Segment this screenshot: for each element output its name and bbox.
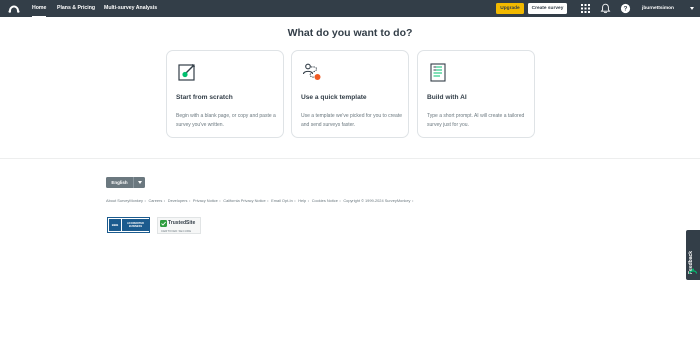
nav-plans-pricing[interactable]: Plans & Pricing [57,0,95,17]
footer-link-developers[interactable]: Developers [168,198,188,203]
card-description: Begin with a blank page, or copy and pas… [176,113,276,128]
chevron-down-icon[interactable] [690,7,694,10]
trustedsite-name: TrustedSite [168,219,196,226]
feedback-tab[interactable]: Feedback [686,230,700,280]
separator: • [267,198,269,203]
footer-link-about[interactable]: About SurveyMonkey [106,198,143,203]
footer-link-email-opt-in[interactable]: Email Opt-In [271,198,293,203]
separator: • [294,198,296,203]
nav-multi-survey-analysis[interactable]: Multi-survey Analysis [104,0,157,17]
svg-text:?: ? [624,6,628,13]
nav-home[interactable]: Home [32,0,47,17]
separator: • [307,198,310,203]
build-with-ai-card[interactable]: Build with AI Type a short prompt. AI wi… [417,50,535,138]
footer-link-privacy[interactable]: Privacy Notice [193,198,218,203]
card-description: Type a short prompt. AI will create a ta… [427,113,525,128]
template-icon [302,63,321,80]
page-heading: What do you want to do? [287,27,413,39]
trustedsite-badge[interactable]: TrustedSite CERTIFIED SECURE [157,217,201,234]
apps-grid-icon[interactable] [580,3,591,14]
upgrade-button[interactable]: Upgrade [496,3,524,14]
separator: • [163,198,166,203]
card-title: Start from scratch [176,94,233,101]
help-icon[interactable]: ? [620,3,631,14]
separator: • [144,198,146,203]
ai-document-icon [430,63,446,82]
trustedsite-subtitle: CERTIFIED SECURE [161,228,192,233]
separator: • [188,198,191,203]
feedback-logo-icon [689,268,697,274]
language-dropdown-button[interactable] [133,177,145,188]
copyright-text: Copyright © 1999-2024 SurveyMonkey [343,198,411,203]
separator: • [339,198,341,203]
language-label: English [106,177,133,188]
bbb-accredited-badge[interactable]: BBB ACCREDITED BUSINESS [107,217,150,233]
bbb-logo: BBB [109,219,121,231]
bbb-badge-text: ACCREDITED BUSINESS [122,219,149,231]
checkmark-icon [160,220,167,227]
top-navigation-bar: Home Plans & Pricing Multi-survey Analys… [0,0,700,17]
language-selector[interactable]: English [106,177,145,188]
separator: • [411,198,414,203]
card-title: Use a quick template [301,94,367,101]
user-menu[interactable]: jburnettsimon [642,0,674,17]
footer-divider [0,158,700,159]
pencil-icon [178,64,195,81]
card-title: Build with AI [427,94,467,101]
footer-link-careers[interactable]: Careers [148,198,162,203]
footer-link-cookies[interactable]: Cookies Notice [312,198,338,203]
start-from-scratch-card[interactable]: Start from scratch Begin with a blank pa… [166,50,284,138]
use-quick-template-card[interactable]: Use a quick template Use a template we'v… [291,50,409,138]
card-description: Use a template we've picked for you to c… [301,113,403,128]
footer-link-help[interactable]: Help [298,198,306,203]
surveymonkey-logo-icon[interactable] [8,3,20,14]
create-survey-button[interactable]: Create survey [528,3,567,14]
chevron-down-icon [137,181,142,184]
footer-link-california-privacy[interactable]: California Privacy Notice [223,198,265,203]
separator: • [219,198,221,203]
footer-links: About SurveyMonkey • Careers • Developers •… [106,198,415,203]
notifications-bell-icon[interactable] [600,3,611,14]
